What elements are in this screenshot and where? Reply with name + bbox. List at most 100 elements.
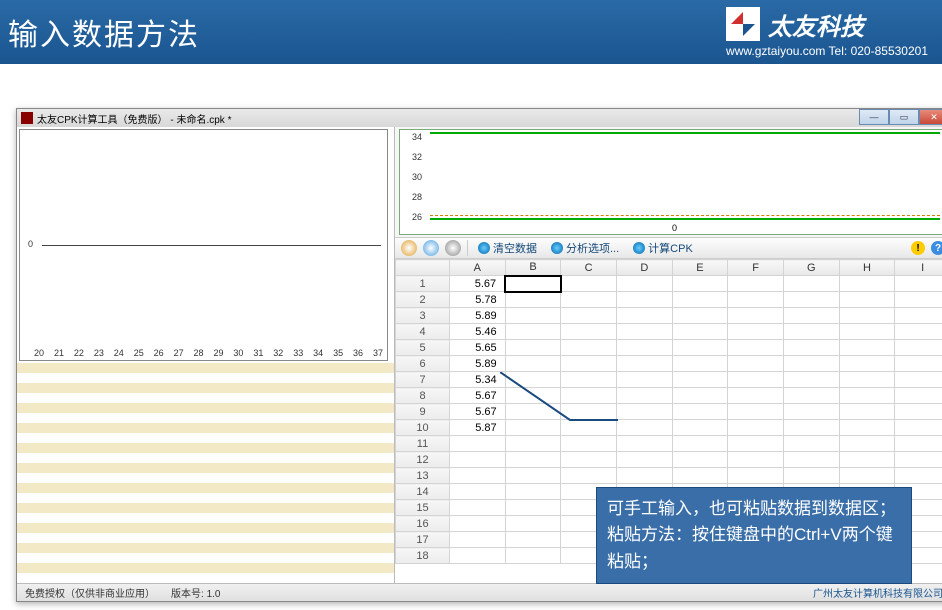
row-header[interactable]: 14 [396,484,450,500]
cell[interactable] [672,372,728,388]
cell[interactable] [672,276,728,292]
cell[interactable] [616,308,672,324]
cell[interactable] [505,548,561,564]
cell[interactable] [895,468,942,484]
col-header[interactable]: H [839,260,895,276]
cell[interactable] [783,404,839,420]
cell[interactable]: 5.46 [450,324,506,340]
cell[interactable] [450,516,506,532]
cell[interactable] [895,276,942,292]
cell[interactable] [672,356,728,372]
cell[interactable] [895,324,942,340]
row-header[interactable]: 4 [396,324,450,340]
cell[interactable] [616,356,672,372]
close-button[interactable]: ✕ [919,109,942,125]
cell[interactable] [895,340,942,356]
cell[interactable] [839,324,895,340]
cell[interactable] [672,308,728,324]
cell[interactable] [505,500,561,516]
cell[interactable] [783,308,839,324]
cell[interactable] [672,468,728,484]
col-header[interactable]: B [505,260,561,276]
cell[interactable] [839,452,895,468]
cell[interactable] [839,292,895,308]
cell[interactable] [616,340,672,356]
cell[interactable] [839,340,895,356]
cell[interactable] [450,452,506,468]
row-header[interactable]: 8 [396,388,450,404]
col-header[interactable]: F [728,260,784,276]
cell[interactable] [561,356,617,372]
cell[interactable] [505,452,561,468]
save-icon[interactable] [445,240,461,256]
cell[interactable] [839,468,895,484]
cell[interactable] [728,468,784,484]
cell[interactable] [783,292,839,308]
cell[interactable] [505,292,561,308]
row-header[interactable]: 13 [396,468,450,484]
cell[interactable]: 5.65 [450,340,506,356]
calc-cpk-button[interactable]: 计算CPK [629,240,697,256]
cell[interactable] [561,292,617,308]
open-icon[interactable] [423,240,439,256]
row-header[interactable]: 3 [396,308,450,324]
cell[interactable] [728,340,784,356]
cell[interactable] [672,292,728,308]
row-header[interactable]: 12 [396,452,450,468]
row-header[interactable]: 6 [396,356,450,372]
cell[interactable] [672,420,728,436]
new-icon[interactable] [401,240,417,256]
cell[interactable] [450,500,506,516]
cell[interactable] [505,484,561,500]
cell[interactable] [450,484,506,500]
cell[interactable] [839,420,895,436]
cell[interactable] [728,372,784,388]
cell[interactable] [561,324,617,340]
minimize-button[interactable]: — [859,109,889,125]
cell[interactable] [895,420,942,436]
cell[interactable] [616,420,672,436]
cell[interactable] [895,372,942,388]
cell[interactable] [728,324,784,340]
cell[interactable]: 5.67 [450,404,506,420]
cell[interactable] [616,468,672,484]
cell[interactable] [505,356,561,372]
cell[interactable] [728,388,784,404]
help-icon[interactable]: ? [931,241,942,255]
cell[interactable] [561,468,617,484]
row-header[interactable]: 18 [396,548,450,564]
cell[interactable] [616,388,672,404]
cell[interactable] [783,452,839,468]
cell[interactable]: 5.87 [450,420,506,436]
cell[interactable] [672,452,728,468]
cell[interactable] [839,308,895,324]
cell[interactable] [616,372,672,388]
row-header[interactable]: 16 [396,516,450,532]
cell[interactable] [450,468,506,484]
cell[interactable] [561,340,617,356]
col-header[interactable] [396,260,450,276]
cell[interactable] [450,532,506,548]
row-header[interactable]: 1 [396,276,450,292]
cell[interactable] [505,532,561,548]
cell[interactable] [672,388,728,404]
titlebar[interactable]: 太友CPK计算工具（免费版） - 未命名.cpk * — ▭ ✕ [17,109,942,127]
cell[interactable] [783,356,839,372]
cell[interactable] [728,452,784,468]
cell[interactable] [783,420,839,436]
cell[interactable] [561,436,617,452]
cell[interactable]: 5.34 [450,372,506,388]
cell[interactable] [616,292,672,308]
cell[interactable] [505,468,561,484]
cell[interactable] [895,452,942,468]
row-header[interactable]: 17 [396,532,450,548]
col-header[interactable]: C [561,260,617,276]
cell[interactable] [839,276,895,292]
cell[interactable] [728,292,784,308]
cell[interactable] [839,388,895,404]
col-header[interactable]: G [783,260,839,276]
cell[interactable]: 5.67 [450,276,506,292]
cell[interactable]: 5.89 [450,356,506,372]
cell[interactable] [728,276,784,292]
cell[interactable] [895,308,942,324]
